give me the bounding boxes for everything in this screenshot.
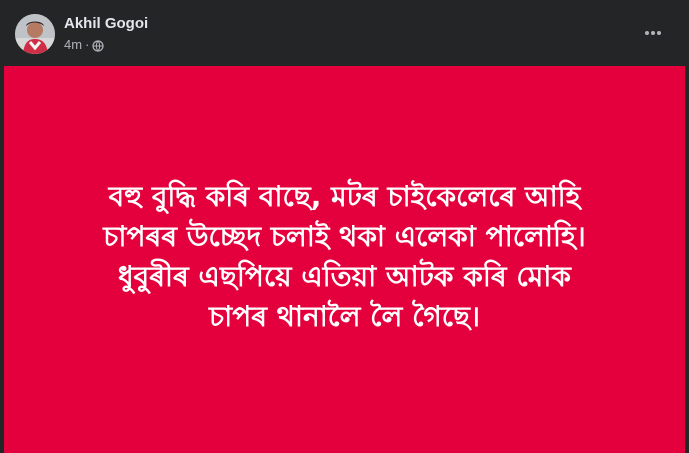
colored-text-card: বহু বুদ্ধি কৰি বাছে, মটৰ চাইকেলেৰে আহি চ… xyxy=(4,66,685,453)
post-text: বহু বুদ্ধি কৰি বাছে, মটৰ চাইকেলেৰে আহি চ… xyxy=(25,177,665,337)
author-name[interactable]: Akhil Gogoi xyxy=(64,15,148,33)
author-avatar[interactable] xyxy=(15,14,55,54)
facebook-post: Akhil Gogoi 4m · বহু বুদ্ধি কৰি বাছে, মট… xyxy=(0,0,689,453)
post-text-line: ধুবুৰীৰ এছপিয়ে এতিয়া আটক কৰি মোক xyxy=(117,259,571,293)
meta-separator: · xyxy=(85,37,90,52)
post-text-line: চাপৰ থানালৈ লৈ গৈছে। xyxy=(208,299,481,333)
post-text-line: চাপৰৰ উচ্ছেদ চলাই থকা এলেকা পালোহি। xyxy=(103,219,586,253)
post-time[interactable]: 4m xyxy=(64,37,82,53)
post-meta: 4m · xyxy=(64,37,105,53)
post-text-line: বহু বুদ্ধি কৰি বাছে, মটৰ চাইকেলেৰে আহি xyxy=(108,179,581,213)
more-options-icon xyxy=(645,31,661,35)
globe-icon[interactable] xyxy=(92,39,105,52)
post-header: Akhil Gogoi 4m · xyxy=(0,0,689,66)
more-options-button[interactable] xyxy=(636,19,670,47)
avatar-image xyxy=(15,14,55,54)
